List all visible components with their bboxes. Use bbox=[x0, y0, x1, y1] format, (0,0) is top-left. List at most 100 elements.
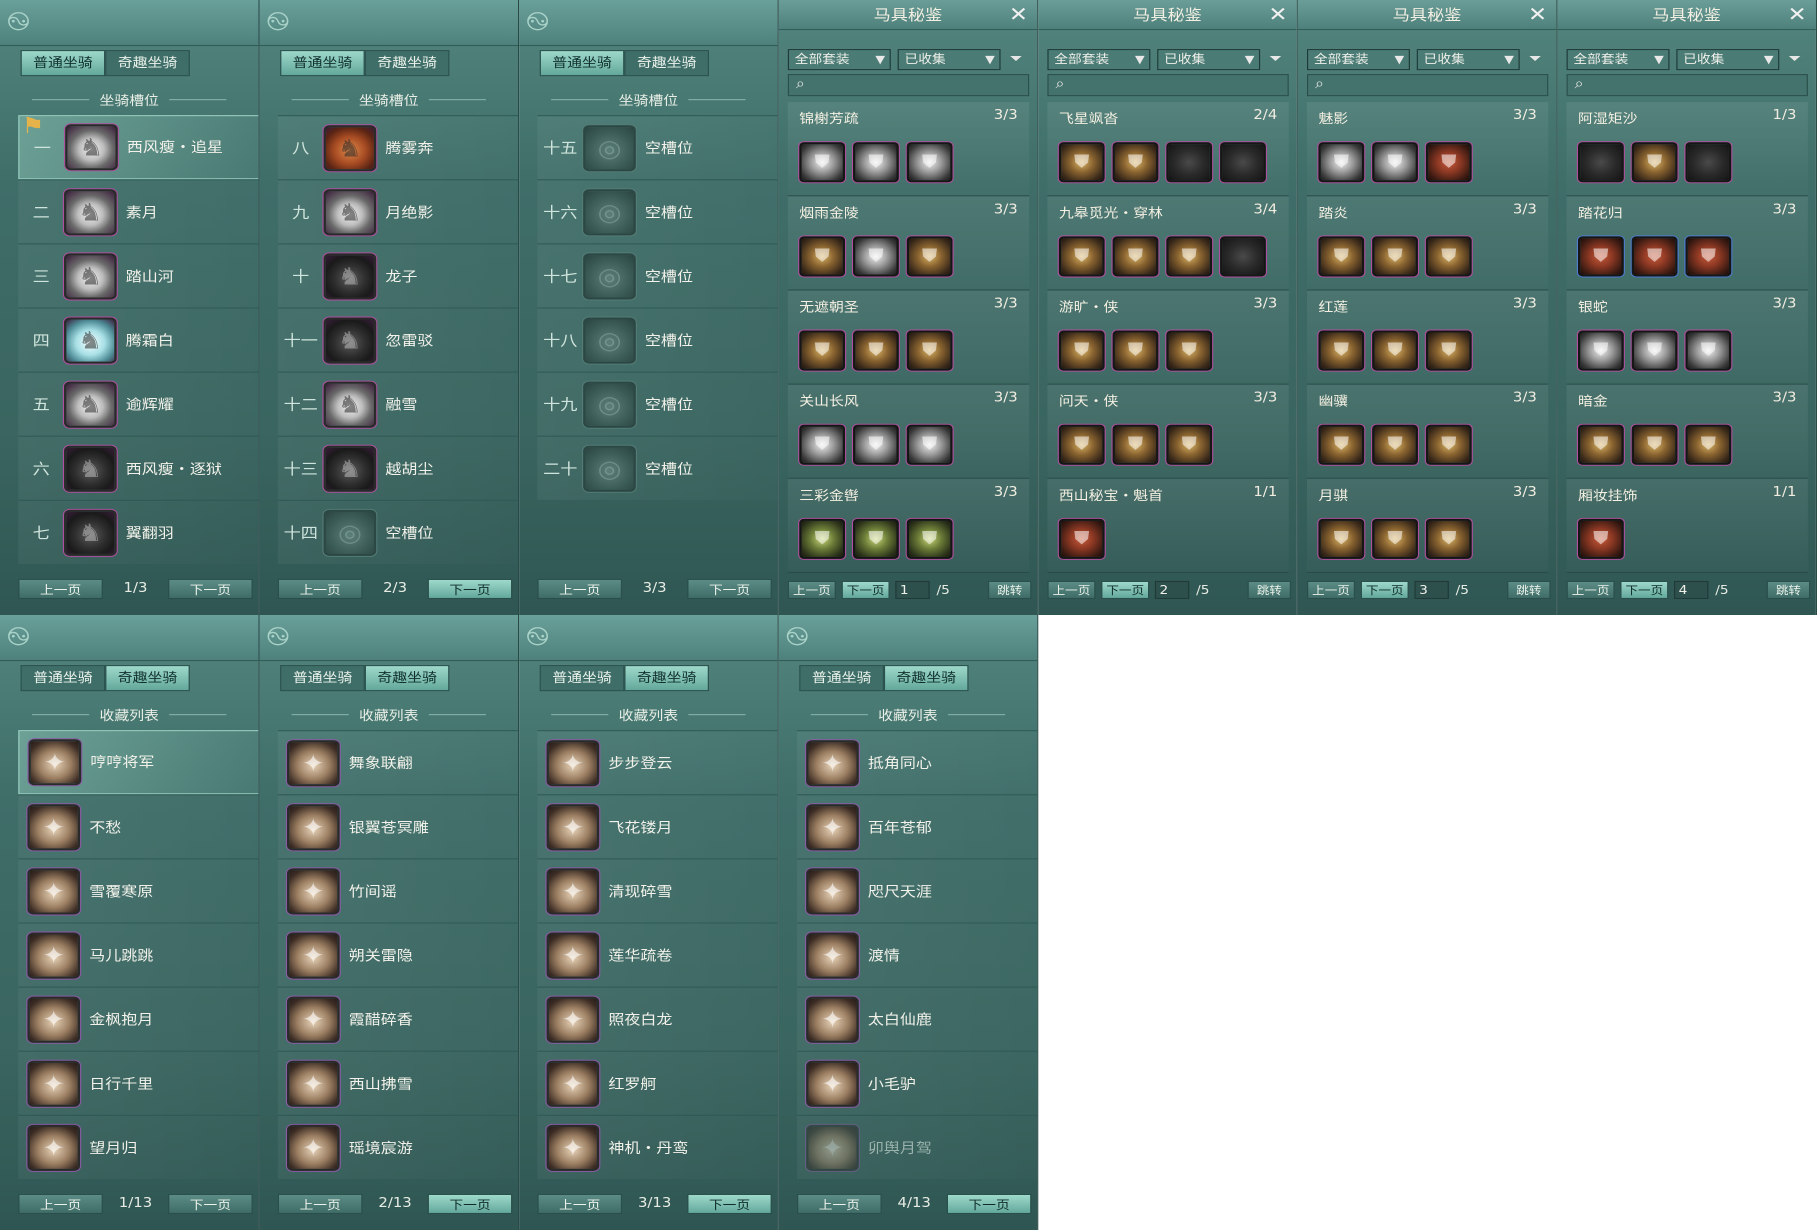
saddle-item-icon[interactable]: ⛊ bbox=[1425, 142, 1472, 183]
next-page-button[interactable]: 下一页 bbox=[1360, 580, 1409, 599]
saddle-item-icon[interactable]: ⛊ bbox=[906, 142, 953, 183]
page-number-input[interactable]: 3 bbox=[1414, 580, 1449, 599]
collection-item[interactable]: ✦ 瑶境宸游 bbox=[277, 1114, 518, 1179]
mount-slot-row[interactable]: 六 ♞ 西风瘦・逐狱 bbox=[18, 435, 259, 500]
status-filter-select[interactable]: 已收集 ▼ bbox=[1676, 48, 1780, 70]
collection-item[interactable]: ✦ 舞象联翩 bbox=[277, 730, 518, 795]
saddle-set-row[interactable]: 踏炎 3/3 ⛊ ⛊ ⛊ bbox=[1307, 196, 1549, 291]
set-filter-select[interactable]: 全部套装 ▼ bbox=[1566, 48, 1670, 70]
saddle-item-icon[interactable]: ⛊ bbox=[1372, 142, 1418, 183]
saddle-item-icon[interactable]: ⛊ bbox=[1318, 236, 1365, 277]
saddle-item-icon[interactable]: ⛊ bbox=[853, 424, 899, 465]
jump-button[interactable]: 跳转 bbox=[987, 580, 1032, 599]
mount-slot-row[interactable]: 十六 ◎ 空槽位 bbox=[537, 179, 778, 244]
next-page-button[interactable]: 下一页 bbox=[687, 578, 772, 599]
saddle-item-icon[interactable]: ⛊ bbox=[906, 330, 953, 371]
tab-curio-mounts[interactable]: 奇趣坐骑 bbox=[364, 50, 450, 77]
saddle-set-row[interactable]: 暗金 3/3 ⛊ ⛊ ⛊ bbox=[1566, 384, 1808, 479]
mount-slot-row[interactable]: 七 ♞ 翼翻羽 bbox=[18, 499, 259, 564]
collection-item[interactable]: ✦ 抵角同心 bbox=[797, 730, 1038, 795]
saddle-item-icon[interactable]: ⛊ bbox=[799, 236, 846, 277]
next-page-button[interactable]: 下一页 bbox=[427, 1193, 513, 1214]
collection-item[interactable]: ✦ 不愁 bbox=[18, 794, 259, 859]
mount-slot-row[interactable]: 十七 ◎ 空槽位 bbox=[537, 243, 778, 308]
saddle-item-icon[interactable]: ⛊ bbox=[1425, 424, 1472, 465]
status-filter-select[interactable]: 已收集 ▼ bbox=[897, 48, 1001, 70]
close-icon[interactable]: ✕ bbox=[1268, 4, 1287, 24]
tab-curio-mounts[interactable]: 奇趣坐骑 bbox=[883, 665, 969, 692]
next-page-button[interactable]: 下一页 bbox=[946, 1193, 1032, 1214]
saddle-set-row[interactable]: 烟雨金陵 3/3 ⛊ ⛊ ⛊ bbox=[787, 196, 1030, 291]
saddle-set-row[interactable]: 西山秘宝・魁首 1/1 ⛊ bbox=[1047, 478, 1289, 573]
collection-item[interactable]: ✦ 照夜白龙 bbox=[537, 986, 778, 1051]
collection-item[interactable]: ✦ 太白仙鹿 bbox=[797, 986, 1038, 1051]
search-input[interactable]: ⌕ bbox=[1047, 74, 1289, 97]
saddle-item-icon[interactable]: ⛊ bbox=[853, 142, 899, 183]
search-input[interactable]: ⌕ bbox=[1566, 74, 1808, 97]
filter-funnel-icon[interactable]: ⏷ bbox=[1529, 51, 1542, 67]
mount-slot-row[interactable]: 三 ♞ 踏山河 bbox=[18, 243, 259, 308]
saddle-item-icon[interactable] bbox=[1220, 142, 1266, 183]
saddle-item-icon[interactable]: ⛊ bbox=[1112, 142, 1159, 183]
mount-slot-row[interactable]: 十 ♞ 龙子 bbox=[277, 243, 518, 308]
jump-button[interactable]: 跳转 bbox=[1507, 580, 1551, 599]
tab-normal-mounts[interactable]: 普通坐骑 bbox=[20, 665, 106, 692]
saddle-item-icon[interactable]: ⛊ bbox=[1372, 424, 1418, 465]
saddle-item-icon[interactable]: ⛊ bbox=[1578, 424, 1624, 465]
tab-normal-mounts[interactable]: 普通坐骑 bbox=[539, 50, 625, 77]
saddle-item-icon[interactable]: ⛊ bbox=[1058, 424, 1105, 465]
collection-item[interactable]: ✦ 雪覆寒原 bbox=[18, 858, 259, 923]
collection-item[interactable]: ✦ 马儿跳跳 bbox=[18, 922, 259, 987]
saddle-item-icon[interactable]: ⛊ bbox=[853, 236, 899, 277]
collection-item[interactable]: ✦ 渡情 bbox=[797, 922, 1038, 987]
saddle-item-icon[interactable]: ⛊ bbox=[1166, 424, 1213, 465]
collection-item[interactable]: ✦ 霞醋碎香 bbox=[277, 986, 518, 1051]
close-icon[interactable]: ✕ bbox=[1528, 4, 1547, 24]
saddle-item-icon[interactable]: ⛊ bbox=[1058, 330, 1105, 371]
filter-funnel-icon[interactable]: ⏷ bbox=[1269, 51, 1282, 67]
saddle-set-row[interactable]: 三彩金辔 3/3 ⛊ ⛊ ⛊ bbox=[787, 478, 1030, 573]
close-icon[interactable]: ✕ bbox=[1788, 4, 1807, 24]
saddle-set-row[interactable]: 游旷・侠 3/3 ⛊ ⛊ ⛊ bbox=[1047, 290, 1289, 385]
saddle-item-icon[interactable]: ⛊ bbox=[1372, 518, 1418, 559]
mount-slot-row[interactable]: 十八 ◎ 空槽位 bbox=[537, 307, 778, 372]
prev-page-button[interactable]: 上一页 bbox=[537, 578, 623, 599]
tab-normal-mounts[interactable]: 普通坐骑 bbox=[280, 665, 365, 692]
prev-page-button[interactable]: 上一页 bbox=[1307, 580, 1356, 599]
saddle-item-icon[interactable]: ⛊ bbox=[1685, 236, 1732, 277]
set-filter-select[interactable]: 全部套装 ▼ bbox=[787, 48, 891, 70]
saddle-item-icon[interactable]: ⛊ bbox=[1318, 330, 1365, 371]
prev-page-button[interactable]: 上一页 bbox=[537, 1193, 623, 1214]
mount-slot-row[interactable]: 十一 ♞ 忽雷驳 bbox=[277, 307, 518, 372]
saddle-item-icon[interactable]: ⛊ bbox=[1372, 330, 1418, 371]
saddle-item-icon[interactable]: ⛊ bbox=[1631, 424, 1678, 465]
next-page-button[interactable]: 下一页 bbox=[168, 1193, 253, 1214]
saddle-item-icon[interactable]: ⛊ bbox=[1425, 518, 1472, 559]
collection-item[interactable]: ✦ 飞花镂月 bbox=[537, 794, 778, 859]
saddle-item-icon[interactable]: ⛊ bbox=[1631, 330, 1678, 371]
next-page-button[interactable]: 下一页 bbox=[687, 1193, 772, 1214]
tab-curio-mounts[interactable]: 奇趣坐骑 bbox=[105, 50, 190, 77]
saddle-item-icon[interactable]: ⛊ bbox=[1425, 236, 1472, 277]
prev-page-button[interactable]: 上一页 bbox=[787, 580, 836, 599]
saddle-item-icon[interactable] bbox=[1685, 142, 1732, 183]
saddle-item-icon[interactable]: ⛊ bbox=[1318, 424, 1365, 465]
saddle-set-row[interactable]: 魅影 3/3 ⛊ ⛊ ⛊ bbox=[1307, 102, 1549, 197]
set-filter-select[interactable]: 全部套装 ▼ bbox=[1047, 48, 1151, 70]
close-icon[interactable]: ✕ bbox=[1009, 4, 1028, 24]
collection-item[interactable]: ✦ 朔关雷隐 bbox=[277, 922, 518, 987]
saddle-item-icon[interactable]: ⛊ bbox=[1425, 330, 1472, 371]
saddle-set-row[interactable]: 阿湿矩沙 1/3 ⛊ bbox=[1566, 102, 1808, 197]
saddle-item-icon[interactable]: ⛊ bbox=[1578, 330, 1624, 371]
collection-item[interactable]: ✦ 红罗舸 bbox=[537, 1050, 778, 1115]
tab-normal-mounts[interactable]: 普通坐骑 bbox=[539, 665, 625, 692]
saddle-item-icon[interactable]: ⛊ bbox=[799, 330, 846, 371]
mount-slot-row[interactable]: 二十 ◎ 空槽位 bbox=[537, 435, 778, 500]
tab-curio-mounts[interactable]: 奇趣坐骑 bbox=[624, 665, 709, 692]
next-page-button[interactable]: 下一页 bbox=[1620, 580, 1669, 599]
mount-slot-row[interactable]: 二 ♞ 素月 bbox=[18, 179, 259, 244]
saddle-item-icon[interactable]: ⛊ bbox=[1318, 142, 1365, 183]
jump-button[interactable]: 跳转 bbox=[1766, 580, 1811, 599]
prev-page-button[interactable]: 上一页 bbox=[18, 1193, 103, 1214]
saddle-item-icon[interactable]: ⛊ bbox=[1058, 142, 1105, 183]
